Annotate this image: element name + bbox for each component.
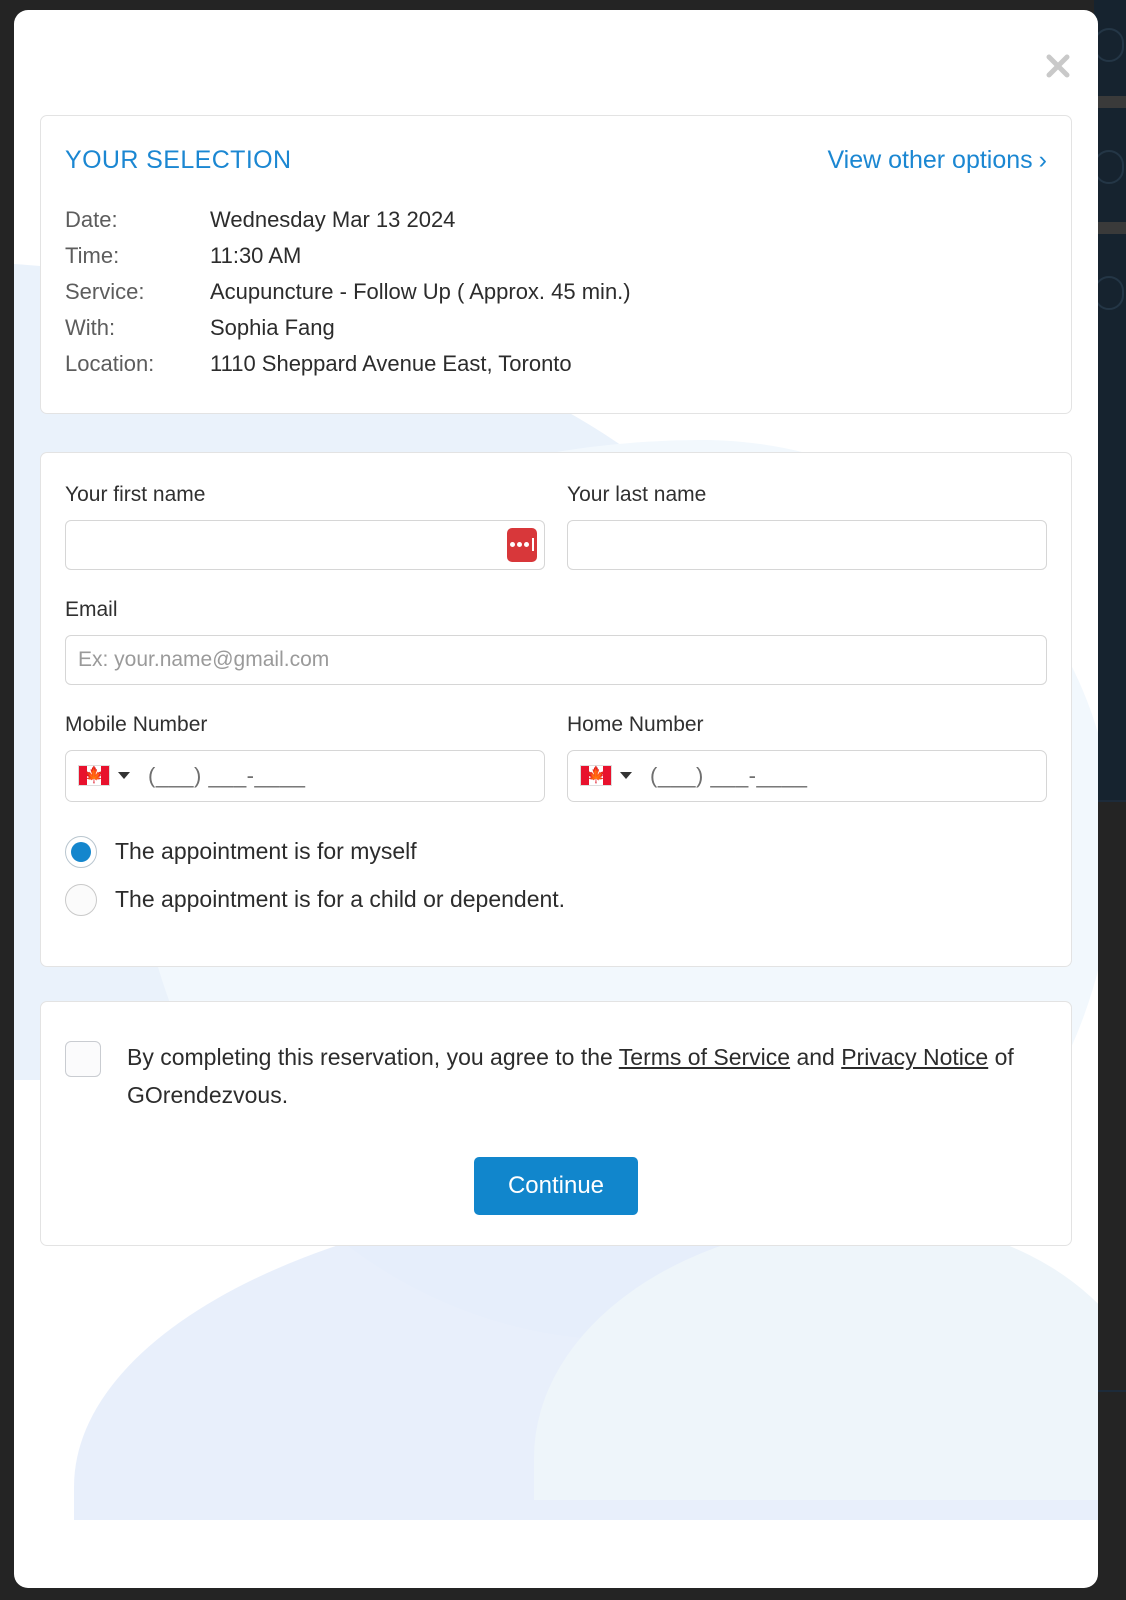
first-name-label: Your first name — [65, 482, 206, 506]
table-row: Time: 11:30 AM — [65, 243, 631, 279]
backdrop-divider — [1094, 1390, 1126, 1392]
last-name-input[interactable] — [580, 520, 1034, 569]
name-row: Your first name Your last name — [65, 483, 1047, 570]
email-input[interactable] — [78, 635, 1034, 684]
chevron-down-icon — [118, 772, 130, 780]
booking-modal: YOUR SELECTION View other options › Date:… — [14, 10, 1098, 1588]
last-name-group: Your last name — [567, 483, 1047, 570]
detail-value: Sophia Fang — [210, 314, 335, 340]
terms-text: By completing this reservation, you agre… — [127, 1038, 1047, 1115]
radio-label: The appointment is for myself — [115, 838, 417, 865]
radio-option-myself[interactable]: The appointment is for myself — [65, 835, 1047, 868]
email-label: Email — [65, 597, 118, 621]
selection-card: YOUR SELECTION View other options › Date:… — [40, 115, 1072, 414]
detail-key: Time: — [65, 242, 120, 268]
home-number-group: Home Number 🍁 (___) ___-____ — [567, 713, 1047, 802]
table-row: With: Sophia Fang — [65, 315, 631, 351]
detail-value: Acupuncture - Follow Up ( Approx. 45 min… — [210, 278, 631, 304]
radio-button-selected[interactable] — [65, 835, 97, 868]
home-number-field[interactable]: 🍁 (___) ___-____ — [567, 749, 1047, 802]
canada-flag-icon: 🍁 — [78, 765, 110, 787]
continue-button[interactable]: Continue — [473, 1157, 639, 1216]
terms-row: By completing this reservation, you agre… — [65, 1038, 1047, 1115]
maple-leaf: 🍁 — [84, 766, 104, 784]
table-row: Date: Wednesday Mar 13 2024 — [65, 207, 631, 243]
detail-value: 1110 Sheppard Avenue East, Toronto — [210, 350, 572, 376]
detail-key: Location: — [65, 350, 155, 376]
mobile-number-group: Mobile Number 🍁 (___) ___-____ — [65, 713, 545, 802]
first-name-group: Your first name — [65, 483, 545, 570]
backdrop-divider — [1094, 96, 1126, 108]
backdrop-divider — [1094, 800, 1126, 802]
maple-leaf: 🍁 — [586, 766, 606, 784]
dot — [517, 542, 522, 548]
dot — [510, 542, 515, 548]
terms-text-part2: and — [790, 1043, 842, 1070]
mobile-number-field[interactable]: 🍁 (___) ___-____ — [65, 749, 545, 802]
mobile-number-label: Mobile Number — [65, 712, 208, 736]
appointment-for-radio-group: The appointment is for myself The appoin… — [65, 835, 1047, 916]
close-icon[interactable] — [1036, 44, 1080, 88]
backdrop-ghost-item — [1094, 150, 1124, 184]
detail-value: Wednesday Mar 13 2024 — [210, 207, 456, 232]
table-row: Location: 1110 Sheppard Avenue East, Tor… — [65, 351, 631, 387]
mobile-number-placeholder: (___) ___-____ — [148, 762, 306, 788]
background-wave-decoration — [534, 1220, 1098, 1500]
chevron-down-icon — [620, 772, 632, 780]
page-title: YOUR SELECTION — [65, 146, 292, 174]
view-other-options-link[interactable]: View other options › — [827, 146, 1047, 175]
email-field[interactable] — [65, 634, 1047, 685]
privacy-notice-link[interactable]: Privacy Notice — [841, 1044, 988, 1070]
selection-header: YOUR SELECTION View other options › — [65, 146, 1047, 175]
last-name-label: Your last name — [567, 482, 707, 506]
contact-form-card: Your first name Your last name Email Ex:… — [40, 451, 1072, 967]
backdrop-panel — [1094, 0, 1126, 800]
radio-button-unselected[interactable] — [65, 883, 97, 916]
lastpass-autofill-icon[interactable] — [507, 527, 537, 562]
selection-details-table: Date: Wednesday Mar 13 2024 Time: 11:30 … — [65, 207, 631, 387]
table-row: Service: Acupuncture - Follow Up ( Appro… — [65, 279, 631, 315]
terms-text-part1: By completing this reservation, you agre… — [127, 1043, 619, 1070]
backdrop-divider — [1094, 222, 1126, 234]
detail-key: With: — [65, 314, 116, 340]
first-name-input[interactable] — [78, 520, 532, 569]
last-name-field[interactable] — [567, 519, 1047, 570]
detail-key: Service: — [65, 278, 145, 304]
backdrop-ghost-item — [1094, 276, 1124, 310]
chevron-right-icon: › — [1038, 146, 1047, 174]
radio-label: The appointment is for a child or depend… — [115, 886, 566, 913]
first-name-field[interactable] — [65, 519, 545, 570]
terms-of-service-link[interactable]: Terms of Service — [619, 1044, 790, 1070]
home-number-placeholder: (___) ___-____ — [650, 762, 808, 788]
continue-button-wrap: Continue — [65, 1157, 1047, 1216]
backdrop-ghost-item — [1094, 28, 1124, 62]
detail-value: 11:30 AM — [210, 242, 302, 268]
terms-card: By completing this reservation, you agre… — [40, 1000, 1072, 1247]
dot — [524, 542, 529, 548]
radio-option-child-or-dependent[interactable]: The appointment is for a child or depend… — [65, 883, 1047, 916]
email-group: Email — [65, 598, 1047, 685]
view-other-options-label: View other options — [827, 146, 1033, 174]
mobile-country-select[interactable]: 🍁 — [78, 765, 134, 787]
terms-checkbox[interactable] — [65, 1040, 101, 1077]
detail-key: Date: — [65, 207, 118, 232]
phone-row: Mobile Number 🍁 (___) ___-____ Home Numb… — [65, 713, 1047, 802]
home-number-label: Home Number — [567, 712, 704, 736]
home-country-select[interactable]: 🍁 — [580, 765, 636, 787]
canada-flag-icon: 🍁 — [580, 765, 612, 787]
cursor-bar — [532, 538, 534, 552]
